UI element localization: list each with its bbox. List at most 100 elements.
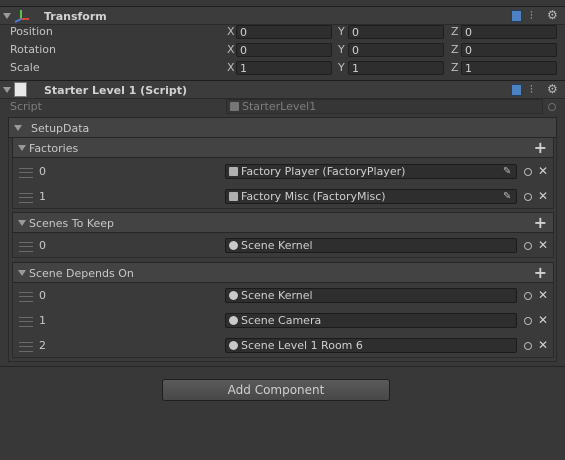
object-picker-icon <box>548 103 556 111</box>
plus-icon[interactable]: + <box>534 215 547 231</box>
scene-depends-on-label: Scene Depends On <box>29 267 134 280</box>
gear-icon[interactable]: ⚙ <box>547 82 558 96</box>
book-icon[interactable] <box>511 84 522 96</box>
object-picker-icon[interactable] <box>524 342 532 350</box>
property-label: Rotation <box>10 43 57 56</box>
list-index: 0 <box>39 165 46 178</box>
plus-icon[interactable]: + <box>534 265 547 281</box>
close-icon[interactable]: ✕ <box>538 313 548 327</box>
object-picker-icon[interactable] <box>524 317 532 325</box>
transform-row-position: Position X 0 Y 0 Z 0 <box>0 24 565 42</box>
scene-field-value: Scene Level 1 Room 6 <box>241 339 363 352</box>
script-row: Script StarterLevel1 <box>0 98 565 116</box>
position-y-field[interactable]: 0 <box>348 25 444 39</box>
axis-label-z: Z <box>451 61 459 74</box>
rotation-x-field[interactable]: 0 <box>236 43 332 57</box>
list-index: 2 <box>39 339 46 352</box>
scene-icon <box>229 316 238 325</box>
scale-z-field[interactable]: 1 <box>461 61 557 75</box>
pencil-icon[interactable]: ✎ <box>503 191 511 202</box>
foldout-arrow-icon[interactable] <box>3 87 11 93</box>
plus-icon[interactable]: + <box>534 140 547 156</box>
scene-icon <box>229 241 238 250</box>
drag-handle-icon[interactable] <box>19 317 33 327</box>
property-label: Scale <box>10 61 40 74</box>
transform-row-rotation: Rotation X 0 Y 0 Z 0 <box>0 42 565 60</box>
list-index: 0 <box>39 239 46 252</box>
list-item: 0 Factory Player (FactoryPlayer) ✎ ✕ <box>0 162 565 184</box>
drag-handle-icon[interactable] <box>19 193 33 203</box>
close-icon[interactable]: ✕ <box>538 238 548 252</box>
setup-data-header[interactable]: SetupData <box>8 117 557 138</box>
drag-handle-icon[interactable] <box>19 168 33 178</box>
rotation-y-field[interactable]: 0 <box>348 43 444 57</box>
factories-label: Factories <box>29 142 79 155</box>
drag-handle-icon[interactable] <box>19 242 33 252</box>
axis-label-x: X <box>227 43 235 56</box>
scene-field[interactable]: Scene Kernel <box>225 288 517 303</box>
scale-y-field[interactable]: 1 <box>348 61 444 75</box>
factory-field-value: Factory Misc (FactoryMisc) <box>241 190 386 203</box>
factory-field[interactable]: Factory Misc (FactoryMisc) <box>225 189 517 204</box>
object-picker-icon[interactable] <box>524 168 532 176</box>
script-component-header[interactable]: Starter Level 1 (Script) ⫶ ⚙ <box>0 80 565 99</box>
transform-header[interactable]: Transform ⫶ ⚙ <box>0 6 565 25</box>
gear-icon[interactable]: ⚙ <box>547 8 558 22</box>
object-picker-icon[interactable] <box>524 193 532 201</box>
factory-field-value: Factory Player (FactoryPlayer) <box>241 165 406 178</box>
axis-label-y: Y <box>338 61 345 74</box>
scene-field-value: Scene Kernel <box>241 289 313 302</box>
close-icon[interactable]: ✕ <box>538 338 548 352</box>
component-icon <box>229 167 238 176</box>
list-item: 2 Scene Level 1 Room 6 ✕ <box>0 336 565 358</box>
close-icon[interactable]: ✕ <box>538 288 548 302</box>
foldout-arrow-icon[interactable] <box>18 270 26 276</box>
close-icon[interactable]: ✕ <box>538 164 548 178</box>
scene-field[interactable]: Scene Level 1 Room 6 <box>225 338 517 353</box>
list-item: 1 Factory Misc (FactoryMisc) ✎ ✕ <box>0 187 565 209</box>
scene-field[interactable]: Scene Camera <box>225 313 517 328</box>
list-item: 0 Scene Kernel ✕ <box>0 236 565 258</box>
foldout-arrow-icon[interactable] <box>3 13 11 19</box>
position-x-field[interactable]: 0 <box>236 25 332 39</box>
object-picker-icon[interactable] <box>524 242 532 250</box>
scene-icon <box>229 291 238 300</box>
pencil-icon[interactable]: ✎ <box>503 166 511 177</box>
component-title: Transform <box>44 10 107 23</box>
scene-field[interactable]: Scene Kernel <box>225 238 517 253</box>
divider <box>0 366 565 367</box>
foldout-arrow-icon[interactable] <box>14 125 22 131</box>
foldout-arrow-icon[interactable] <box>18 220 26 226</box>
scale-x-field[interactable]: 1 <box>236 61 332 75</box>
transform-icon <box>14 9 30 23</box>
slider-icon[interactable]: ⫶ <box>530 9 533 23</box>
scene-depends-on-header[interactable]: Scene Depends On + <box>12 262 554 283</box>
foldout-arrow-icon[interactable] <box>18 145 26 151</box>
script-field: StarterLevel1 <box>226 99 543 114</box>
factories-header[interactable]: Factories + <box>12 137 554 158</box>
factory-field[interactable]: Factory Player (FactoryPlayer) <box>225 164 517 179</box>
script-file-icon <box>230 102 239 111</box>
drag-handle-icon[interactable] <box>19 342 33 352</box>
axis-label-y: Y <box>338 25 345 38</box>
object-picker-icon[interactable] <box>524 292 532 300</box>
close-icon[interactable]: ✕ <box>538 189 548 203</box>
list-index: 1 <box>39 190 46 203</box>
add-component-button[interactable]: Add Component <box>162 379 390 401</box>
script-label: Script <box>10 100 42 113</box>
script-file-icon <box>14 82 27 97</box>
axis-label-y: Y <box>338 43 345 56</box>
position-z-field[interactable]: 0 <box>461 25 557 39</box>
axis-label-z: Z <box>451 43 459 56</box>
scene-field-value: Scene Camera <box>241 314 322 327</box>
book-icon[interactable] <box>511 10 522 22</box>
list-index: 1 <box>39 314 46 327</box>
scene-icon <box>229 341 238 350</box>
drag-handle-icon[interactable] <box>19 292 33 302</box>
slider-icon[interactable]: ⫶ <box>530 83 533 97</box>
transform-row-scale: Scale X 1 Y 1 Z 1 <box>0 60 565 78</box>
list-index: 0 <box>39 289 46 302</box>
rotation-z-field[interactable]: 0 <box>461 43 557 57</box>
scenes-to-keep-header[interactable]: Scenes To Keep + <box>12 212 554 233</box>
component-icon <box>229 192 238 201</box>
